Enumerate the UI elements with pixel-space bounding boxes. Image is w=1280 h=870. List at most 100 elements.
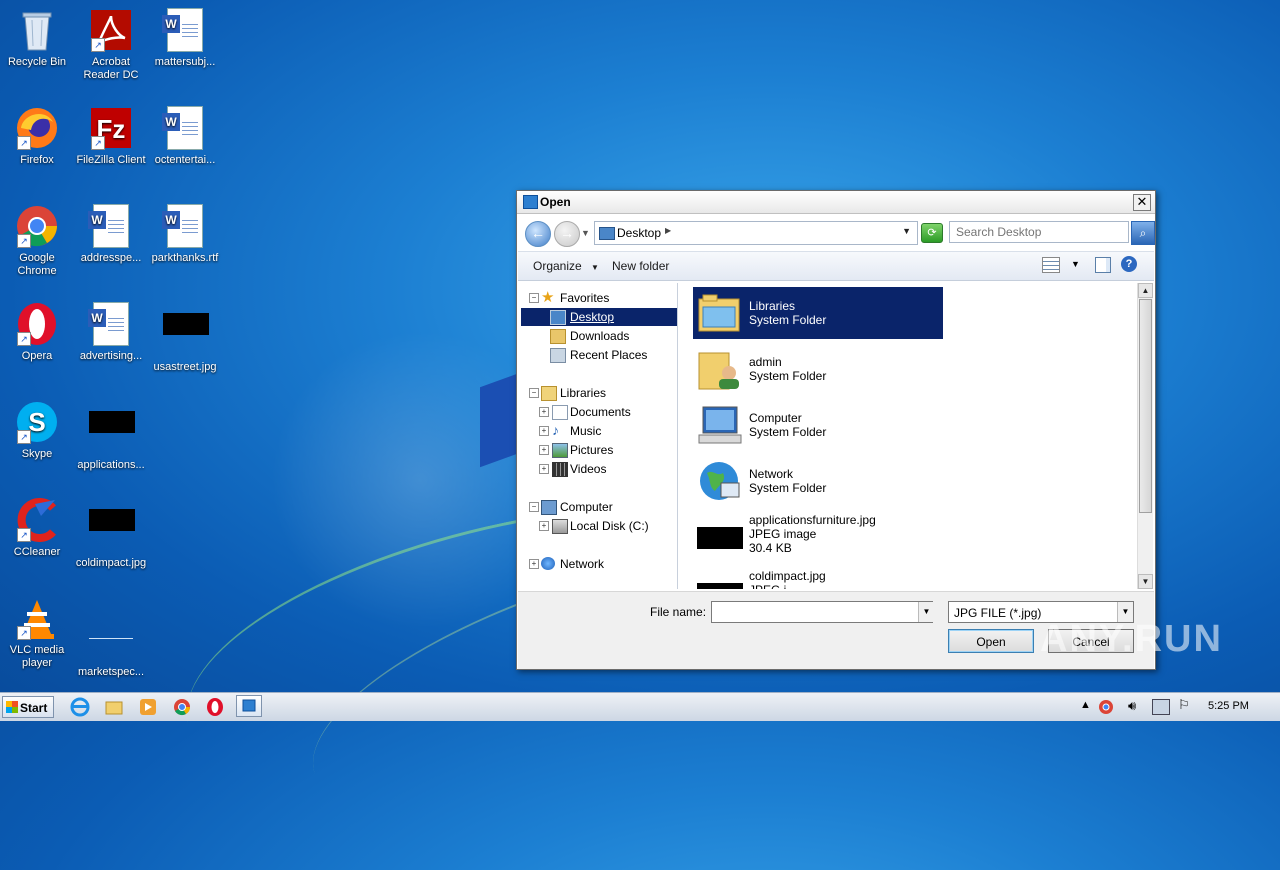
breadcrumb-desktop[interactable]: Desktop [617,226,661,240]
desktop-icon-recycle-bin[interactable]: Recycle Bin [0,8,74,69]
organize-button[interactable]: Organize ▼ [533,259,599,273]
expand-icon[interactable]: + [539,426,549,436]
desktop-icon-chrome[interactable]: ↗ Google Chrome [0,204,74,278]
star-icon: ★ [541,289,555,306]
nav-item-local-disk[interactable]: + Local Disk (C:) [521,517,677,535]
shortcut-arrow-icon: ↗ [17,528,31,542]
desktop-icon-label: marketspec... [77,666,145,678]
collapse-icon[interactable]: − [529,388,539,398]
desktop-icon-firefox[interactable]: ↗ Firefox [0,106,74,167]
expand-icon[interactable]: + [539,464,549,474]
open-button[interactable]: Open [948,629,1034,653]
desktop-icon-mattersubj[interactable]: mattersubj... [148,8,222,69]
computer-icon [541,500,557,515]
file-type-value: JPG FILE (*.jpg) [954,606,1042,620]
show-hidden-icons-icon[interactable]: ▲ [1080,699,1091,711]
search-input[interactable] [949,221,1129,243]
nav-item-documents[interactable]: + Documents [521,403,677,421]
internet-explorer-icon[interactable] [70,697,90,717]
desktop-icon-opera[interactable]: ↗ Opera [0,302,74,363]
nav-item-downloads[interactable]: Downloads [521,327,677,345]
dialog-titlebar[interactable]: Open ✕ [517,191,1155,214]
desktop-icon-vlc[interactable]: ↗ VLC media player [0,596,74,670]
breadcrumb-chevron-icon[interactable]: ▶ [665,226,671,235]
desktop-icon-label: coldimpact.jpg [75,557,147,569]
scroll-up-icon[interactable]: ▲ [1138,283,1153,298]
desktop-icon-parkthanks[interactable]: parkthanks.rtf [148,204,222,265]
desktop-icon-coldimpact[interactable]: coldimpact.jpg [74,498,148,570]
new-folder-button[interactable]: New folder [612,259,669,273]
address-dropdown-icon[interactable]: ▼ [902,226,911,236]
expand-icon[interactable]: + [539,521,549,531]
nav-item-videos[interactable]: + Videos [521,460,677,478]
desktop-icon-ccleaner[interactable]: ↗ CCleaner [0,498,74,559]
desktop-icon-acrobat[interactable]: ↗ Acrobat Reader DC [74,8,148,82]
nav-item-music[interactable]: + ♪ Music [521,422,677,440]
nav-item-desktop[interactable]: Desktop [521,308,677,326]
file-name-input[interactable] [711,601,933,623]
media-player-icon[interactable] [138,697,158,717]
desktop-icon-advertising[interactable]: advertising... [74,302,148,363]
volume-icon[interactable]: 🔊︎ [1128,698,1136,714]
wallpaper-logo [480,372,520,468]
file-type: System Folder [749,425,827,439]
list-item-libraries[interactable]: Libraries System Folder [693,287,943,339]
view-options-chevron-icon[interactable]: ▼ [1071,259,1080,269]
downloads-folder-icon [550,329,566,344]
expand-icon[interactable]: + [539,445,549,455]
nav-label: Downloads [570,329,630,343]
scroll-down-icon[interactable]: ▼ [1138,574,1153,589]
libraries-folder-icon [697,291,743,335]
nav-item-network[interactable]: + Network [521,555,677,573]
word-document-icon [162,8,207,52]
list-item-computer[interactable]: Computer System Folder [693,399,943,451]
action-center-flag-icon[interactable]: ⚐ [1178,697,1190,713]
collapse-icon[interactable]: − [529,502,539,512]
file-name-dropdown-icon[interactable]: ▼ [918,602,934,622]
file-list-scrollbar[interactable]: ▲ ▼ [1137,283,1153,589]
open-dialog-taskbar-button[interactable] [236,695,262,717]
recent-locations-chevron-icon[interactable]: ▼ [581,228,590,238]
nav-item-pictures[interactable]: + Pictures [521,441,677,459]
close-button[interactable]: ✕ [1133,194,1151,211]
help-button[interactable]: ? [1121,256,1137,272]
desktop-icon-usastreet[interactable]: usastreet.jpg [148,302,222,374]
desktop-icon-applications[interactable]: applications... [74,400,148,472]
desktop-icon-skype[interactable]: S ↗ Skype [0,400,74,461]
desktop-icon-label: VLC media player [9,644,65,669]
file-type: System Folder [749,313,827,327]
preview-pane-icon[interactable] [1095,257,1111,273]
forward-button[interactable]: → [554,221,580,247]
nav-item-computer[interactable]: − Computer [521,498,677,516]
chrome-tray-icon[interactable] [1098,699,1114,715]
expand-icon[interactable]: + [529,559,539,569]
desktop-icon-addresspe[interactable]: addresspe... [74,204,148,265]
nav-item-recent-places[interactable]: Recent Places [521,346,677,364]
search-icon[interactable]: ⌕ [1131,221,1155,245]
explorer-folder-icon[interactable] [104,697,124,717]
desktop-icon-octentertai[interactable]: octentertai... [148,106,222,167]
list-item-coldimpact[interactable]: coldimpact.jpg JPEG i... [693,567,943,589]
refresh-button[interactable]: ⟳ [921,223,943,243]
scrollbar-thumb[interactable] [1139,299,1152,513]
back-button[interactable]: ← [525,221,551,247]
list-item-network[interactable]: Network System Folder [693,455,943,507]
nav-item-libraries[interactable]: − Libraries [521,384,677,402]
opera-taskbar-icon[interactable] [205,697,225,717]
path-breadcrumb[interactable]: Desktop ▶ ▼ [594,221,918,245]
taskbar: Start ▲ 🔊︎ ⚐ 5:25 PM [0,692,1280,721]
desktop-icon-marketspec[interactable]: marketspec... [74,596,148,679]
desktop-icon-label: Skype [21,448,53,460]
expand-icon[interactable]: + [539,407,549,417]
network-tray-icon[interactable] [1152,699,1170,715]
nav-item-favorites[interactable]: − ★ Favorites [521,289,677,307]
change-view-icon[interactable] [1042,257,1060,273]
taskbar-clock[interactable]: 5:25 PM [1208,700,1249,712]
image-thumbnail-icon [89,411,135,455]
chrome-taskbar-icon[interactable] [172,697,192,717]
start-button[interactable]: Start [2,696,54,718]
list-item-admin[interactable]: admin System Folder [693,343,943,395]
collapse-icon[interactable]: − [529,293,539,303]
list-item-applicationsfurniture[interactable]: applicationsfurniture.jpg JPEG image 30.… [693,511,943,563]
desktop-icon-filezilla[interactable]: Fz ↗ FileZilla Client [74,106,148,167]
